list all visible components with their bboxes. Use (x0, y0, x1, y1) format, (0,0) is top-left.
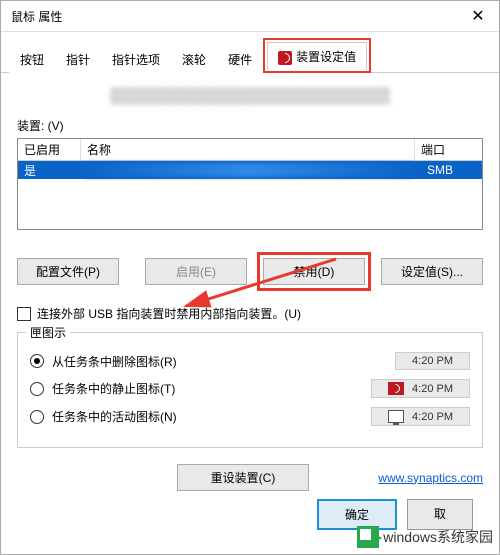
disable-button[interactable]: 禁用(D) (263, 258, 365, 285)
device-label: 装置: (V) (17, 117, 483, 134)
time-preview-active: 4:20 PM (371, 407, 470, 426)
col-port[interactable]: 端口 (415, 139, 482, 160)
radio-static[interactable] (30, 382, 44, 396)
tab-strip: 按钮 指针 指针选项 滚轮 硬件 装置设定值 (1, 32, 499, 73)
tab-pointer-options[interactable]: 指针选项 (101, 45, 171, 73)
tab-wheel[interactable]: 滚轮 (171, 45, 217, 73)
radio-static-label: 任务条中的静止图标(T) (52, 380, 175, 397)
tab-device-settings-highlight: 装置设定值 (263, 38, 371, 73)
watermark-text: windows系统家园 (383, 527, 493, 547)
col-name[interactable]: 名称 (81, 139, 415, 160)
watermark: windows系统家园 (357, 526, 493, 548)
reset-device-button[interactable]: 重设装置(C) (177, 464, 309, 491)
monitor-tray-icon (388, 410, 404, 423)
usb-disable-checkbox[interactable] (17, 307, 31, 321)
radio-remove[interactable] (30, 354, 44, 368)
settings-button[interactable]: 设定值(S)... (381, 258, 483, 285)
usb-disable-checkbox-row[interactable]: 连接外部 USB 指向装置时禁用内部指向装置。(U) (17, 305, 483, 322)
radio-active[interactable] (30, 410, 44, 424)
radio-remove-row[interactable]: 从任务条中删除图标(R) 4:20 PM (30, 352, 470, 370)
reset-row: 重设装置(C) www.synaptics.com (17, 464, 483, 491)
titlebar: 鼠标 属性 ✕ (1, 1, 499, 32)
tab-device-settings-label: 装置设定值 (296, 50, 356, 64)
usb-disable-label: 连接外部 USB 指向装置时禁用内部指向装置。(U) (37, 305, 301, 322)
enable-button: 启用(E) (145, 258, 247, 285)
tray-icon-group: 匣图示 从任务条中删除图标(R) 4:20 PM 任务条中的静止图标(T) 4:… (17, 332, 483, 448)
tab-hardware[interactable]: 硬件 (217, 45, 263, 73)
tab-body: 装置: (V) 已启用 名称 端口 是 SMB 配置文件(P) 启用(E) 禁用… (1, 73, 499, 530)
mouse-properties-dialog: 鼠标 属性 ✕ 按钮 指针 指针选项 滚轮 硬件 装置设定值 装置: (V) 已… (0, 0, 500, 555)
device-buttons-row: 配置文件(P) 启用(E) 禁用(D) 设定值(S)... (17, 252, 483, 291)
tab-pointers[interactable]: 指针 (55, 45, 101, 73)
cell-name-obscured (80, 163, 417, 177)
radio-active-label: 任务条中的活动图标(N) (52, 408, 177, 425)
radio-remove-label: 从任务条中删除图标(R) (52, 353, 177, 370)
time-preview-static: 4:20 PM (371, 379, 470, 398)
col-enabled[interactable]: 已启用 (18, 139, 81, 160)
window-title: 鼠标 属性 (11, 8, 62, 25)
tab-buttons[interactable]: 按钮 (9, 45, 55, 73)
radio-active-row[interactable]: 任务条中的活动图标(N) 4:20 PM (30, 407, 470, 426)
close-button[interactable]: ✕ (457, 1, 499, 31)
cell-enabled: 是 (18, 162, 74, 179)
synaptics-icon (278, 51, 292, 65)
tray-icon-group-title: 匣图示 (26, 324, 70, 341)
radio-static-row[interactable]: 任务条中的静止图标(T) 4:20 PM (30, 379, 470, 398)
time-preview-remove: 4:20 PM (395, 352, 470, 370)
device-row[interactable]: 是 SMB (18, 161, 482, 179)
tab-device-settings[interactable]: 装置设定值 (267, 42, 367, 70)
cell-port: SMB (423, 163, 482, 177)
watermark-icon (357, 526, 379, 548)
obscured-header (110, 87, 390, 105)
profile-button[interactable]: 配置文件(P) (17, 258, 119, 285)
disable-button-highlight: 禁用(D) (257, 252, 371, 291)
device-list-header: 已启用 名称 端口 (18, 139, 482, 161)
synaptics-link[interactable]: www.synaptics.com (378, 471, 483, 485)
device-list[interactable]: 已启用 名称 端口 是 SMB (17, 138, 483, 230)
synaptics-tray-icon (388, 382, 404, 395)
